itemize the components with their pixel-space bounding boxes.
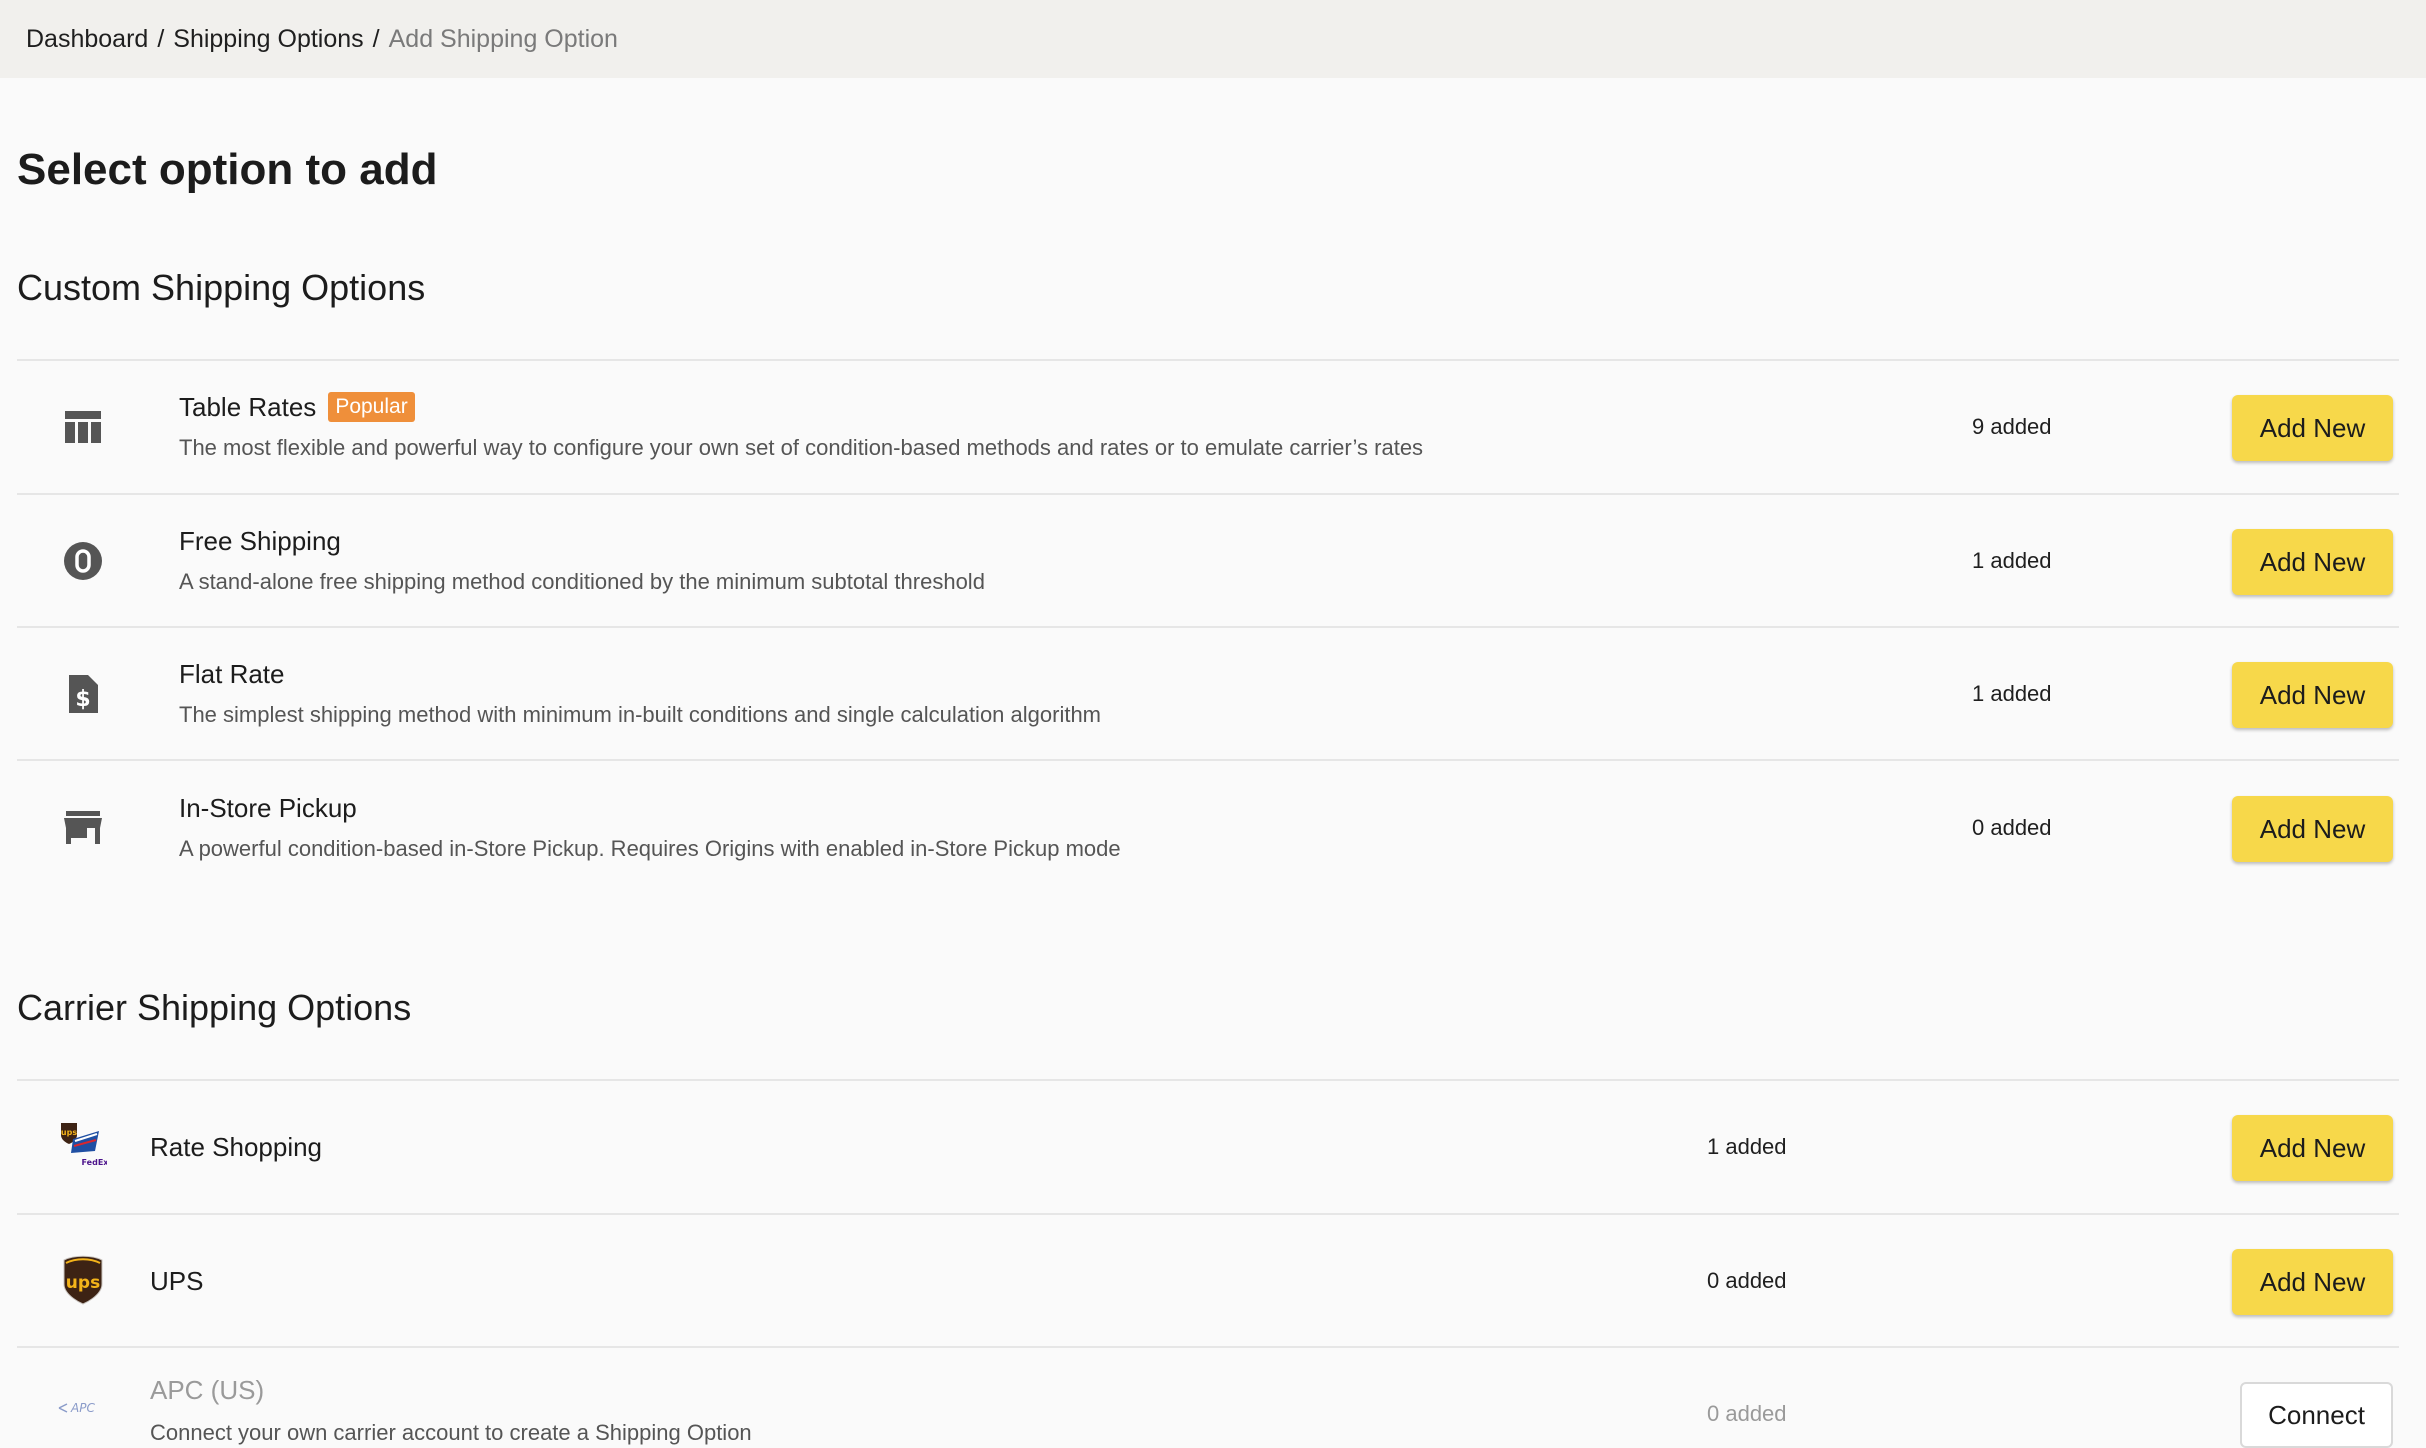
apc-logo-icon: APC <box>57 1396 109 1420</box>
add-new-in-store-pickup-button[interactable]: Add New <box>2232 796 2393 862</box>
added-count: 1 added <box>1707 1134 1787 1159</box>
added-count: 0 added <box>1707 1401 1787 1426</box>
dollar-document-icon: $ <box>61 672 105 716</box>
ups-logo-text: ups <box>66 1273 100 1293</box>
option-description: The simplest shipping method with minimu… <box>179 702 1102 727</box>
breadcrumb-current: Add Shipping Option <box>388 24 618 53</box>
add-new-free-shipping-button[interactable]: Add New <box>2232 529 2393 595</box>
apc-logo-text: APC <box>70 1401 95 1415</box>
option-description: The most flexible and powerful way to co… <box>179 435 1424 460</box>
option-name: Free Shipping <box>179 526 341 556</box>
zero-circle-icon <box>61 539 105 583</box>
rate-shopping-ups-logo-text: ups <box>61 1128 77 1137</box>
option-row-flat-rate: $ Flat Rate The simplest shipping method… <box>17 628 2399 761</box>
added-count: 0 added <box>1972 815 2052 840</box>
option-row-table-rates: Table Rates Popular The most flexible an… <box>17 361 2399 494</box>
connect-apc-button[interactable]: Connect <box>2240 1382 2393 1448</box>
rate-shopping-carriers-icon: ups FedEx <box>59 1121 107 1169</box>
svg-text:$: $ <box>75 687 90 712</box>
added-count: 1 added <box>1972 681 2052 706</box>
carrier-section-title: Carrier Shipping Options <box>17 987 412 1028</box>
option-description: A stand-alone free shipping method condi… <box>179 569 985 594</box>
add-new-flat-rate-button[interactable]: Add New <box>2232 662 2393 728</box>
ups-logo-icon: ups <box>61 1253 105 1307</box>
divider <box>17 759 2399 761</box>
option-name: In-Store Pickup <box>179 793 357 823</box>
carrier-row-apc-us: APC APC (US) Connect your own carrier ac… <box>17 1348 2399 1448</box>
option-description: A powerful condition-based in-Store Pick… <box>179 836 1121 861</box>
option-name: Table Rates Popular <box>179 389 415 425</box>
table-icon <box>61 405 105 449</box>
breadcrumb-dashboard-link[interactable]: Dashboard <box>26 25 148 54</box>
carrier-description: Connect your own carrier account to crea… <box>150 1420 752 1445</box>
carrier-row-ups: ups UPS 0 added Add New <box>17 1215 2399 1348</box>
added-count: 0 added <box>1707 1268 1787 1293</box>
added-count: 1 added <box>1972 548 2052 573</box>
added-count: 9 added <box>1972 414 2052 439</box>
option-row-free-shipping: Free Shipping A stand-alone free shippin… <box>17 495 2399 628</box>
breadcrumb-separator: / <box>372 24 380 53</box>
rate-shopping-fedex-logo-text: FedEx <box>82 1158 107 1167</box>
breadcrumb-separator: / <box>157 24 165 53</box>
custom-section-title: Custom Shipping Options <box>17 267 426 308</box>
option-name: Flat Rate <box>179 659 285 689</box>
breadcrumb: Dashboard / Shipping Options / Add Shipp… <box>0 0 2426 78</box>
carrier-name: UPS <box>150 1266 204 1296</box>
carrier-name: Rate Shopping <box>150 1132 323 1162</box>
option-row-in-store-pickup: In-Store Pickup A powerful condition-bas… <box>17 762 2399 895</box>
popular-badge: Popular <box>328 392 415 422</box>
store-icon <box>61 806 105 850</box>
add-new-ups-button[interactable]: Add New <box>2232 1249 2393 1315</box>
page-title: Select option to add <box>17 145 438 194</box>
add-new-table-rates-button[interactable]: Add New <box>2232 395 2393 461</box>
carrier-row-rate-shopping: ups FedEx Rate Shopping 1 added Add New <box>17 1081 2399 1214</box>
carrier-name: APC (US) <box>150 1375 265 1405</box>
option-name-text: Table Rates <box>179 392 317 422</box>
breadcrumb-shipping-options-link[interactable]: Shipping Options <box>173 25 363 54</box>
add-new-rate-shopping-button[interactable]: Add New <box>2232 1115 2393 1181</box>
